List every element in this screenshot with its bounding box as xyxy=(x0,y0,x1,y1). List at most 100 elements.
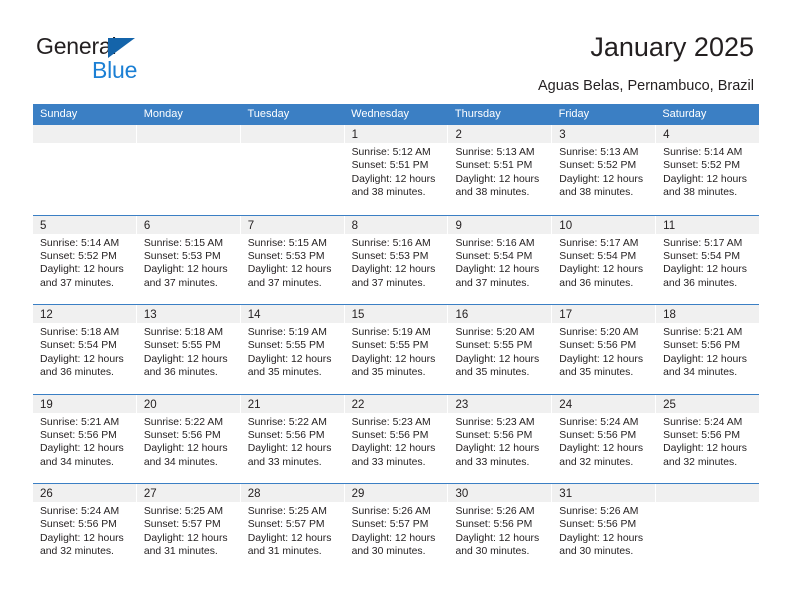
sunset-text: Sunset: 5:57 PM xyxy=(351,519,429,531)
triangle-icon xyxy=(108,38,135,58)
day-number: 16 xyxy=(455,309,469,321)
day-details: Sunrise: 5:25 AM Sunset: 5:57 PM Daylight:… xyxy=(137,502,240,559)
daylight-text-line1: Daylight: 12 hours xyxy=(455,443,540,455)
daylight-text-line2: and 36 minutes. xyxy=(143,367,218,379)
weekday-thursday: Thursday xyxy=(454,108,501,120)
weekday-sunday: Sunday xyxy=(40,108,78,120)
calendar-day-cell[interactable]: 3 Sunrise: 5:13 AM Sunset: 5:52 PM Daylight… xyxy=(552,125,657,215)
calendar-day-cell[interactable]: 28 Sunrise: 5:25 AM Sunset: 5:57 PM Dayligh… xyxy=(240,484,345,573)
sunset-text: Sunset: 5:56 PM xyxy=(663,429,740,441)
sunrise-text: Sunrise: 5:26 AM xyxy=(351,506,431,517)
calendar-day-cell[interactable]: 14 Sunrise: 5:19 AM Sunset: 5:55 PM Dayligh… xyxy=(240,305,345,394)
day-number-band: 17 xyxy=(552,305,656,323)
calendar-day-cell[interactable]: 30 Sunrise: 5:26 AM Sunset: 5:56 PM Dayligh… xyxy=(448,484,553,573)
calendar-day-cell[interactable]: 2 Sunrise: 5:13 AM Sunset: 5:51 PM Daylight… xyxy=(448,125,553,215)
daylight-text-line2: and 38 minutes. xyxy=(351,187,426,199)
daylight-text-line1: Daylight: 12 hours xyxy=(351,353,436,365)
day-number: 1 xyxy=(351,129,358,141)
calendar-day-cell[interactable]: 6 Sunrise: 5:15 AM Sunset: 5:53 PM Daylight… xyxy=(136,215,241,304)
calendar-day-cell[interactable]: 7 Sunrise: 5:15 AM Sunset: 5:53 PM Daylight… xyxy=(240,215,345,304)
daylight-text-line1: Daylight: 12 hours xyxy=(247,264,332,276)
generalblue-logo[interactable]: General Blue xyxy=(36,33,236,85)
sunset-text: Sunset: 5:55 PM xyxy=(143,340,221,352)
daylight-text-line2: and 32 minutes. xyxy=(559,456,634,468)
calendar-day-cell[interactable]: 22 Sunrise: 5:23 AM Sunset: 5:56 PM Dayligh… xyxy=(344,394,449,483)
calendar-day-cell[interactable]: 24 Sunrise: 5:24 AM Sunset: 5:56 PM Dayligh… xyxy=(552,394,657,483)
calendar-day-cell[interactable]: 31 Sunrise: 5:26 AM Sunset: 5:56 PM Dayligh… xyxy=(552,484,657,573)
calendar-day-cell-empty xyxy=(33,125,137,215)
calendar-day-cell[interactable]: 4 Sunrise: 5:14 AM Sunset: 5:52 PM Daylight… xyxy=(656,125,760,215)
daylight-text-line2: and 31 minutes. xyxy=(247,546,322,558)
daylight-text-line1: Daylight: 12 hours xyxy=(143,353,228,365)
day-number-band: 18 xyxy=(656,305,760,323)
daylight-text-line2: and 37 minutes. xyxy=(455,277,530,289)
sunset-text: Sunset: 5:53 PM xyxy=(143,250,221,262)
sunrise-text: Sunrise: 5:18 AM xyxy=(143,327,223,338)
day-number: 14 xyxy=(247,309,261,321)
day-number: 23 xyxy=(455,398,469,411)
sunset-text: Sunset: 5:52 PM xyxy=(559,160,637,172)
calendar-day-cell[interactable]: 15 Sunrise: 5:19 AM Sunset: 5:55 PM Dayligh… xyxy=(344,305,449,394)
calendar-day-cell[interactable]: 27 Sunrise: 5:25 AM Sunset: 5:57 PM Dayligh… xyxy=(136,484,241,573)
day-number-band: 12 xyxy=(33,305,136,323)
calendar-day-cell[interactable]: 20 Sunrise: 5:22 AM Sunset: 5:56 PM Dayligh… xyxy=(136,394,241,483)
daylight-text-line1: Daylight: 12 hours xyxy=(351,264,436,276)
sunrise-text: Sunrise: 5:25 AM xyxy=(143,506,223,517)
calendar-day-cell[interactable]: 12 Sunrise: 5:18 AM Sunset: 5:54 PM Dayligh… xyxy=(33,305,137,394)
daylight-text-line2: and 35 minutes. xyxy=(351,367,426,379)
sunrise-text: Sunrise: 5:25 AM xyxy=(247,506,327,517)
calendar-day-cell[interactable]: 9 Sunrise: 5:16 AM Sunset: 5:54 PM Daylight… xyxy=(448,215,553,304)
calendar-day-cell[interactable]: 1 Sunrise: 5:12 AM Sunset: 5:51 PM Daylight… xyxy=(344,125,449,215)
daylight-text-line2: and 32 minutes. xyxy=(40,546,114,558)
day-number-band: 8 xyxy=(344,215,448,234)
daylight-text-line2: and 35 minutes. xyxy=(559,367,634,379)
calendar-day-cell[interactable]: 23 Sunrise: 5:23 AM Sunset: 5:56 PM Dayligh… xyxy=(448,394,553,483)
calendar-day-cell[interactable]: 26 Sunrise: 5:24 AM Sunset: 5:56 PM Dayligh… xyxy=(33,484,137,573)
calendar-day-cell[interactable]: 16 Sunrise: 5:20 AM Sunset: 5:55 PM Dayligh… xyxy=(448,305,553,394)
calendar-day-cell[interactable]: 8 Sunrise: 5:16 AM Sunset: 5:53 PM Daylight… xyxy=(344,215,449,304)
sunset-text: Sunset: 5:52 PM xyxy=(40,250,117,262)
day-number: 9 xyxy=(455,219,462,232)
sunrise-text: Sunrise: 5:19 AM xyxy=(247,327,327,338)
day-number: 24 xyxy=(559,398,573,411)
day-details: Sunrise: 5:22 AM Sunset: 5:56 PM Daylight:… xyxy=(137,413,240,470)
weekday-friday: Friday xyxy=(558,108,590,120)
sunrise-text: Sunrise: 5:24 AM xyxy=(559,416,639,428)
calendar-day-cell[interactable]: 29 Sunrise: 5:26 AM Sunset: 5:57 PM Dayligh… xyxy=(344,484,449,573)
calendar-day-cell[interactable]: 13 Sunrise: 5:18 AM Sunset: 5:55 PM Dayligh… xyxy=(136,305,241,394)
daylight-text-line1: Daylight: 12 hours xyxy=(559,264,644,276)
sunrise-text: Sunrise: 5:17 AM xyxy=(559,237,639,249)
calendar-day-cell[interactable]: 21 Sunrise: 5:22 AM Sunset: 5:56 PM Dayligh… xyxy=(240,394,345,483)
day-number: 3 xyxy=(559,129,566,141)
daylight-text-line2: and 30 minutes. xyxy=(351,546,426,558)
day-details: Sunrise: 5:25 AM Sunset: 5:57 PM Daylight:… xyxy=(241,502,344,559)
calendar-day-cell[interactable]: 11 Sunrise: 5:17 AM Sunset: 5:54 PM Dayligh… xyxy=(656,215,760,305)
day-details: Sunrise: 5:15 AM Sunset: 5:53 PM Daylight:… xyxy=(241,234,344,291)
daylight-text-line1: Daylight: 12 hours xyxy=(40,532,124,544)
daylight-text-line2: and 34 minutes. xyxy=(663,367,738,379)
calendar-day-cell[interactable]: 5 Sunrise: 5:14 AM Sunset: 5:52 PM Daylight… xyxy=(33,215,137,304)
daylight-text-line2: and 34 minutes. xyxy=(40,456,114,468)
day-number-band: 1 xyxy=(344,125,448,143)
calendar-day-cell[interactable]: 18 Sunrise: 5:21 AM Sunset: 5:56 PM Dayligh… xyxy=(656,305,760,394)
sunset-text: Sunset: 5:51 PM xyxy=(351,160,429,172)
calendar-day-cell[interactable]: 19 Sunrise: 5:21 AM Sunset: 5:56 PM Dayligh… xyxy=(33,394,137,483)
day-number: 20 xyxy=(143,398,157,411)
sunrise-text: Sunrise: 5:13 AM xyxy=(455,147,535,158)
day-number-band: 31 xyxy=(552,484,656,502)
sunrise-text: Sunrise: 5:22 AM xyxy=(247,416,327,428)
daylight-text-line1: Daylight: 12 hours xyxy=(663,353,747,365)
daylight-text-line2: and 36 minutes. xyxy=(559,277,634,289)
day-number-band: 14 xyxy=(240,305,344,323)
day-number: 30 xyxy=(455,488,469,500)
day-number: 21 xyxy=(247,398,261,411)
logo-text-general: General xyxy=(36,33,117,59)
day-number-band: 26 xyxy=(33,484,136,502)
calendar-day-cell[interactable]: 17 Sunrise: 5:20 AM Sunset: 5:56 PM Dayligh… xyxy=(552,305,657,394)
calendar-day-cell[interactable]: 10 Sunrise: 5:17 AM Sunset: 5:54 PM Dayligh… xyxy=(552,215,657,304)
calendar-day-cell[interactable]: 25 Sunrise: 5:24 AM Sunset: 5:56 PM Dayligh… xyxy=(656,394,760,484)
daylight-text-line1: Daylight: 12 hours xyxy=(559,532,644,544)
daylight-text-line1: Daylight: 12 hours xyxy=(559,443,644,455)
day-details: Sunrise: 5:13 AM Sunset: 5:52 PM Daylight:… xyxy=(552,143,655,200)
day-details: Sunrise: 5:20 AM Sunset: 5:55 PM Daylight:… xyxy=(448,323,551,380)
